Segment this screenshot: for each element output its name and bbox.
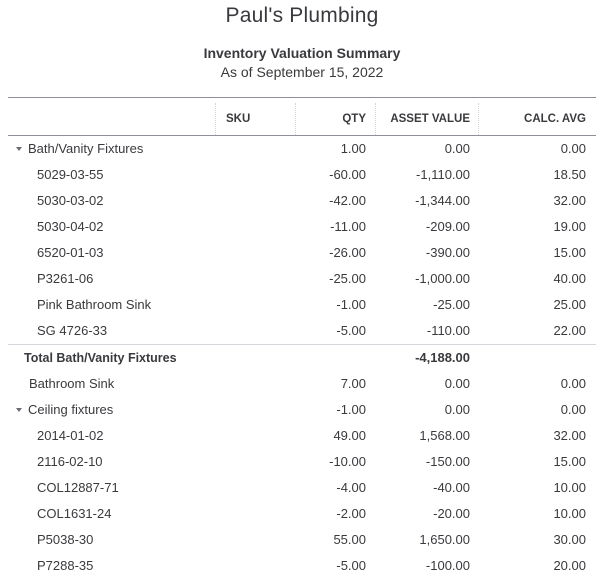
calc-avg-cell: 10.00 (553, 480, 586, 495)
item-name[interactable]: 6520-01-03 (37, 240, 104, 266)
total-row-bath-vanity: Total Bath/Vanity Fixtures -4,188.00 (8, 344, 596, 371)
report-date: As of September 15, 2022 (220, 64, 384, 80)
qty-cell: -5.00 (336, 323, 366, 338)
report-table: SKU QTY ASSET VALUE CALC. AVG Bath/Vanit… (8, 97, 596, 579)
item-name[interactable]: COL12887-71 (37, 475, 119, 501)
company-name: Paul's Plumbing (225, 4, 379, 27)
asset-value-cell: 0.00 (444, 141, 470, 156)
item-row[interactable]: COL12887-71 -4.00 -40.00 10.00 (8, 475, 596, 501)
group-label: Ceiling fixtures (28, 402, 114, 417)
asset-value-cell: -390.00 (425, 245, 470, 260)
total-asset-value: -4,188.00 (415, 350, 470, 365)
asset-value-cell: -20.00 (433, 506, 470, 521)
column-divider[interactable] (375, 103, 376, 135)
asset-value-cell: 0.00 (444, 376, 470, 391)
item-row[interactable]: SG 4726-33 -5.00 -110.00 22.00 (8, 318, 596, 344)
column-divider[interactable] (295, 103, 296, 135)
collapse-caret-icon[interactable] (16, 407, 22, 412)
calc-avg-cell: 0.00 (560, 402, 586, 417)
calc-avg-cell: 22.00 (553, 323, 586, 338)
column-divider[interactable] (215, 103, 216, 135)
item-row[interactable]: P3261-06 -25.00 -1,000.00 40.00 (8, 266, 596, 292)
calc-avg-cell: 0.00 (560, 376, 586, 391)
asset-value-cell: -100.00 (425, 558, 470, 573)
item-row[interactable]: COL1631-24 -2.00 -20.00 10.00 (8, 501, 596, 527)
calc-avg-cell: 15.00 (553, 245, 586, 260)
item-row[interactable]: 2116-02-10 -10.00 -150.00 15.00 (8, 449, 596, 475)
item-name[interactable]: Pink Bathroom Sink (37, 292, 151, 318)
qty-cell: -1.00 (336, 297, 366, 312)
qty-cell: -11.00 (330, 219, 366, 234)
item-row[interactable]: 5030-03-02 -42.00 -1,344.00 32.00 (8, 188, 596, 214)
item-row-bathroom-sink[interactable]: Bathroom Sink 7.00 0.00 0.00 (8, 371, 596, 397)
asset-value-cell: 0.00 (444, 402, 470, 417)
qty-cell: -4.00 (336, 480, 366, 495)
qty-cell: 49.00 (333, 428, 366, 443)
calc-avg-cell: 19.00 (553, 219, 586, 234)
qty-cell: -60.00 (329, 167, 366, 182)
item-name[interactable]: 5029-03-55 (37, 162, 104, 188)
item-row[interactable]: P5038-30 55.00 1,650.00 30.00 (8, 527, 596, 553)
item-row[interactable]: Pink Bathroom Sink -1.00 -25.00 25.00 (8, 292, 596, 318)
calc-avg-cell: 25.00 (553, 297, 586, 312)
item-name[interactable]: P5038-30 (37, 527, 93, 553)
group-row-bath-vanity[interactable]: Bath/Vanity Fixtures 1.00 0.00 0.00 (8, 136, 596, 162)
asset-value-cell: -1,000.00 (415, 271, 470, 286)
column-header-qty[interactable]: QTY (342, 98, 366, 135)
item-row[interactable]: 2014-01-02 49.00 1,568.00 32.00 (8, 423, 596, 449)
calc-avg-cell: 20.00 (553, 558, 586, 573)
qty-cell: -2.00 (336, 506, 366, 521)
item-name[interactable]: Bathroom Sink (29, 371, 114, 397)
group-label: Bath/Vanity Fixtures (28, 141, 144, 156)
qty-cell: -26.00 (329, 245, 366, 260)
item-name[interactable]: 2014-01-02 (37, 423, 104, 449)
item-name[interactable]: 5030-04-02 (37, 214, 104, 240)
table-body: Bath/Vanity Fixtures 1.00 0.00 0.00 5029… (8, 136, 596, 579)
item-row[interactable]: 5030-04-02 -11.00 -209.00 19.00 (8, 214, 596, 240)
asset-value-cell: 1,568.00 (419, 428, 470, 443)
total-label: Total Bath/Vanity Fixtures (24, 351, 177, 365)
column-divider[interactable] (478, 103, 479, 135)
calc-avg-cell: 15.00 (553, 454, 586, 469)
calc-avg-cell: 0.00 (560, 141, 586, 156)
item-name[interactable]: P3261-06 (37, 266, 93, 292)
group-row-ceiling-fixtures[interactable]: Ceiling fixtures -1.00 0.00 0.00 (8, 397, 596, 423)
item-name[interactable]: COL1631-24 (37, 501, 111, 527)
calc-avg-cell: 32.00 (553, 193, 586, 208)
item-row[interactable]: P7288-35 -5.00 -100.00 20.00 (8, 553, 596, 579)
column-header-calc-avg[interactable]: CALC. AVG (524, 98, 586, 135)
asset-value-cell: -110.00 (426, 323, 470, 338)
asset-value-cell: 1,650.00 (419, 532, 470, 547)
qty-cell: 7.00 (340, 376, 366, 391)
item-row[interactable]: 5029-03-55 -60.00 -1,110.00 18.50 (8, 162, 596, 188)
calc-avg-cell: 32.00 (553, 428, 586, 443)
qty-cell: -5.00 (336, 558, 366, 573)
qty-cell: -42.00 (329, 193, 366, 208)
calc-avg-cell: 10.00 (553, 506, 586, 521)
asset-value-cell: -25.00 (433, 297, 470, 312)
qty-cell: 1.00 (340, 141, 366, 156)
asset-value-cell: -1,344.00 (415, 193, 470, 208)
column-header-asset-value[interactable]: ASSET VALUE (390, 98, 470, 135)
asset-value-cell: -150.00 (425, 454, 470, 469)
calc-avg-cell: 30.00 (553, 532, 586, 547)
column-header-sku[interactable]: SKU (226, 98, 250, 135)
qty-cell: -1.00 (336, 402, 366, 417)
item-name[interactable]: 2116-02-10 (37, 449, 103, 475)
asset-value-cell: -40.00 (433, 480, 470, 495)
table-header: SKU QTY ASSET VALUE CALC. AVG (8, 98, 596, 136)
report-title: Inventory Valuation Summary (203, 45, 401, 61)
asset-value-cell: -209.00 (425, 219, 470, 234)
collapse-caret-icon[interactable] (16, 146, 22, 151)
qty-cell: 55.00 (333, 532, 366, 547)
item-name[interactable]: 5030-03-02 (37, 188, 104, 214)
asset-value-cell: -1,110.00 (416, 167, 470, 182)
qty-cell: -25.00 (329, 271, 366, 286)
qty-cell: -10.00 (329, 454, 366, 469)
item-row[interactable]: 6520-01-03 -26.00 -390.00 15.00 (8, 240, 596, 266)
calc-avg-cell: 40.00 (553, 271, 586, 286)
calc-avg-cell: 18.50 (553, 167, 586, 182)
item-name[interactable]: P7288-35 (37, 553, 93, 579)
item-name[interactable]: SG 4726-33 (37, 318, 107, 344)
